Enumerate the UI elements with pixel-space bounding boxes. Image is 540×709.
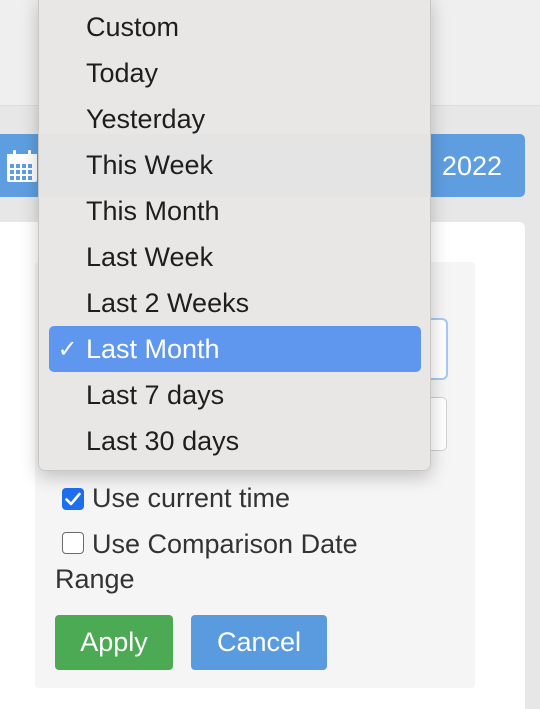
- calendar-icon: [6, 149, 38, 183]
- date-range-text: 2022: [441, 151, 502, 181]
- use-comparison-label: Use Comparison Date: [92, 529, 358, 559]
- range-dropdown-menu: Custom Today Yesterday This Week This Mo…: [38, 0, 431, 471]
- menu-item-label: Custom: [86, 11, 180, 42]
- use-comparison-option[interactable]: Use Comparison Date: [62, 527, 442, 562]
- use-current-time-label: Use current time: [92, 483, 291, 513]
- checkmark-icon: [65, 492, 81, 505]
- menu-item-custom[interactable]: Custom: [49, 4, 421, 50]
- menu-item-label: This Week: [86, 149, 214, 180]
- menu-item-label: This Month: [86, 195, 220, 226]
- apply-button[interactable]: Apply: [55, 615, 173, 670]
- menu-item-label: Last 2 Weeks: [86, 287, 250, 318]
- menu-item-label: Last Month: [86, 333, 220, 364]
- check-icon: ✓: [57, 335, 78, 363]
- menu-item-last-week[interactable]: Last Week: [49, 234, 421, 280]
- menu-item-today[interactable]: Today: [49, 50, 421, 96]
- menu-item-label: Last 7 days: [86, 379, 225, 410]
- menu-item-last-7-days[interactable]: Last 7 days: [49, 372, 421, 418]
- menu-item-label: Today: [86, 57, 159, 88]
- menu-item-yesterday[interactable]: Yesterday: [49, 96, 421, 142]
- cancel-button[interactable]: Cancel: [191, 615, 327, 670]
- menu-item-label: Last 30 days: [86, 425, 240, 456]
- menu-item-label: Last Week: [86, 241, 214, 272]
- menu-item-last-2-weeks[interactable]: Last 2 Weeks: [49, 280, 421, 326]
- use-comparison-label-line2: Range: [55, 564, 135, 594]
- use-current-time-checkbox[interactable]: [62, 487, 84, 510]
- menu-item-last-month[interactable]: ✓ Last Month: [49, 326, 421, 372]
- menu-item-last-30-days[interactable]: Last 30 days: [49, 418, 421, 464]
- menu-item-this-week[interactable]: This Week: [49, 142, 421, 188]
- menu-item-this-month[interactable]: This Month: [49, 188, 421, 234]
- use-current-time-option[interactable]: Use current time: [62, 483, 290, 514]
- use-comparison-checkbox[interactable]: [62, 532, 84, 554]
- menu-item-label: Yesterday: [86, 103, 206, 134]
